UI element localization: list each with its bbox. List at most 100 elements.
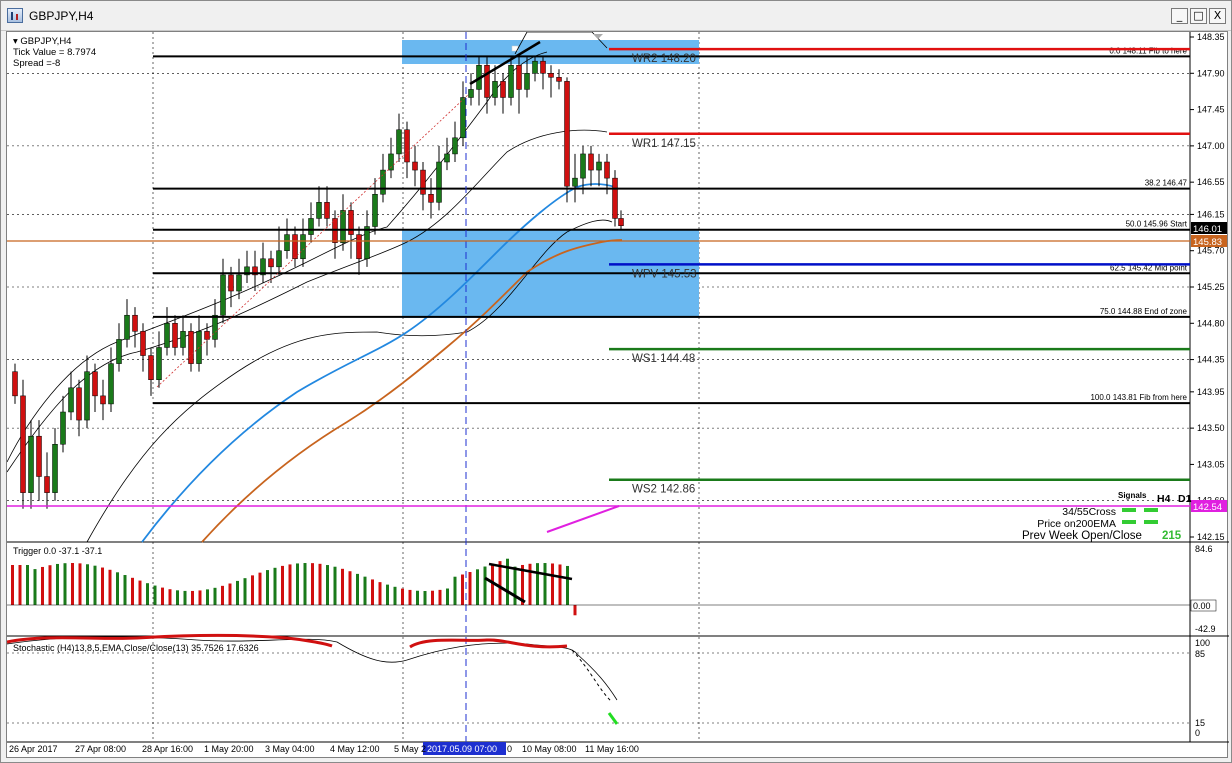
trigger-bar-19 bbox=[153, 585, 157, 605]
candle-body-65 bbox=[532, 60, 538, 74]
trigger-bar-38 bbox=[296, 563, 299, 605]
trigger-bar-67 bbox=[513, 566, 517, 605]
candle-body-22 bbox=[188, 331, 194, 364]
trigger-bar-32 bbox=[251, 575, 254, 605]
candle-body-20 bbox=[172, 323, 178, 348]
trigger-bar-35 bbox=[273, 567, 277, 605]
candle-body-53 bbox=[436, 161, 442, 203]
candle-body-34 bbox=[284, 234, 290, 251]
trigger-bar-53 bbox=[408, 589, 412, 605]
candle-body-70 bbox=[572, 177, 578, 187]
candle-body-76 bbox=[618, 218, 624, 226]
trigger-bar-17 bbox=[138, 580, 142, 605]
price-tick-5: 146.15 bbox=[1197, 209, 1225, 219]
trigger-bar-51 bbox=[393, 586, 397, 605]
trigger-label: Trigger 0.0 -37.1 -37.1 bbox=[13, 546, 102, 556]
signal-h4-ema bbox=[1122, 520, 1136, 524]
trigger-bar-37 bbox=[288, 564, 292, 605]
close-button[interactable]: X bbox=[1209, 8, 1226, 24]
trigger-tick-bottom: -42.9 bbox=[1195, 624, 1216, 634]
trigger-bar-4 bbox=[41, 566, 44, 605]
trigger-bar-13 bbox=[108, 569, 112, 605]
trigger-bar-44 bbox=[341, 568, 344, 605]
candle-body-49 bbox=[404, 129, 410, 163]
stoch-tick-0: 0 bbox=[1195, 728, 1200, 738]
pivot-label-WR1: WR1 147.15 bbox=[632, 138, 696, 150]
pivot-label-WR2: WR2 148.20 bbox=[632, 53, 696, 65]
candle-body-32 bbox=[268, 258, 274, 268]
trigger-bar-56 bbox=[431, 590, 434, 605]
chart-app-icon bbox=[7, 8, 23, 23]
candle-body-52 bbox=[428, 194, 434, 203]
candle-body-5 bbox=[52, 444, 58, 493]
trigger-bar-1 bbox=[18, 565, 22, 605]
time-label-10: 11 May 16:00 bbox=[585, 744, 639, 754]
trigger-bar-55 bbox=[423, 590, 427, 605]
trigger-bar-70 bbox=[536, 563, 539, 605]
candle-body-61 bbox=[500, 81, 506, 98]
candle-body-4 bbox=[44, 476, 50, 493]
trigger-bar-0 bbox=[11, 565, 14, 605]
trigger-tick-top: 84.6 bbox=[1195, 544, 1213, 554]
candle-body-21 bbox=[180, 331, 186, 348]
candle-body-75 bbox=[612, 177, 618, 219]
trigger-bar-75 bbox=[573, 605, 577, 616]
time-axis-labels: 26 Apr 2017 27 Apr 08:00 28 Apr 16:00 1 May… bbox=[9, 744, 639, 754]
candle-body-13 bbox=[116, 339, 122, 364]
trigger-bar-7 bbox=[63, 563, 67, 605]
candle-body-64 bbox=[524, 73, 530, 90]
trigger-bar-18 bbox=[146, 583, 149, 605]
candle-body-37 bbox=[308, 218, 314, 235]
price-tick-2: 147.45 bbox=[1197, 105, 1225, 115]
stoch-green-tail bbox=[607, 712, 619, 725]
candle-body-48 bbox=[396, 129, 402, 155]
trigger-bar-50 bbox=[386, 584, 389, 605]
pivot-label-WS2: WS2 142.86 bbox=[632, 484, 695, 496]
signal-row-cross: 34/55Cross bbox=[1062, 506, 1116, 518]
time-label-8: 0 bbox=[507, 744, 512, 754]
candle-body-57 bbox=[468, 89, 474, 98]
chart-info: ▾ GBPJPY,H4 Tick Value = 8.7974 Spread =… bbox=[13, 36, 96, 69]
candle-body-68 bbox=[556, 77, 562, 82]
candle-body-73 bbox=[596, 161, 602, 171]
minimize-button[interactable]: _ bbox=[1171, 8, 1188, 24]
price-tick-4: 146.55 bbox=[1197, 177, 1225, 187]
trigger-bar-3 bbox=[33, 569, 37, 605]
maximize-button[interactable]: □ bbox=[1190, 8, 1207, 24]
candle-body-6 bbox=[60, 411, 66, 445]
candle-body-33 bbox=[276, 250, 282, 268]
chart-area[interactable]: 0.0 148.11 Fib to here 38.2 146.47 50.0 14… bbox=[6, 31, 1229, 758]
candle-body-35 bbox=[292, 234, 298, 260]
candle-body-60 bbox=[492, 81, 498, 98]
candle-body-8 bbox=[76, 387, 82, 421]
price-chart-svg: 0.0 148.11 Fib to here 38.2 146.47 50.0 14… bbox=[7, 32, 1229, 755]
candle-body-74 bbox=[604, 161, 610, 179]
candle-body-15 bbox=[132, 314, 138, 332]
signals-col-d1: D1 bbox=[1178, 493, 1192, 505]
symbol-label: ▾ GBPJPY,H4 bbox=[13, 36, 72, 47]
price-tick-8: 144.80 bbox=[1197, 318, 1225, 328]
trigger-bar-26 bbox=[206, 589, 209, 605]
candle-body-38 bbox=[316, 202, 322, 219]
candle-body-41 bbox=[340, 210, 346, 243]
price-tick-11: 143.50 bbox=[1197, 423, 1225, 433]
bid-price-label: 146.01 bbox=[1193, 224, 1222, 235]
candle-body-9 bbox=[84, 371, 90, 421]
time-label-1: 27 Apr 08:00 bbox=[75, 744, 126, 754]
trigger-bar-12 bbox=[101, 567, 104, 605]
candle-body-11 bbox=[100, 395, 106, 405]
trigger-bar-29 bbox=[228, 583, 232, 605]
trigger-bar-61 bbox=[468, 572, 472, 605]
candle-body-2 bbox=[28, 435, 34, 493]
fib-label-75.0: 75.0 144.88 End of zone bbox=[1100, 307, 1188, 316]
trigger-bar-58 bbox=[446, 588, 449, 605]
candle-body-55 bbox=[452, 137, 458, 155]
trigger-bar-31 bbox=[243, 578, 247, 605]
price-tick-12: 143.05 bbox=[1197, 459, 1225, 469]
trigger-bar-6 bbox=[56, 563, 59, 605]
time-label-6: 5 May 2 bbox=[394, 744, 426, 754]
price-tick-9: 144.35 bbox=[1197, 355, 1225, 365]
signal-row-ema: Price on200EMA bbox=[1037, 518, 1116, 530]
trigger-bar-73 bbox=[558, 564, 562, 605]
trigger-bar-40 bbox=[311, 563, 314, 605]
